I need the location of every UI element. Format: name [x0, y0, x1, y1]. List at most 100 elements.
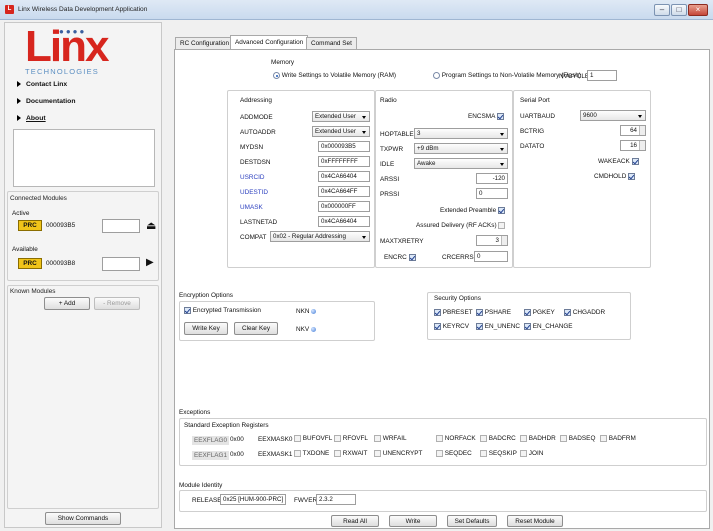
lastnetad-field: 0x4CA66404: [318, 216, 370, 227]
write-key-button[interactable]: Write Key: [184, 322, 228, 335]
fwver-field: 2.3.2: [316, 494, 356, 505]
eexflag0-label: EEXFLAG0: [192, 436, 230, 445]
unencrypt-checkbox[interactable]: UNENCRYPT: [374, 450, 422, 457]
wrfail-checkbox[interactable]: WRFAIL: [374, 435, 407, 442]
eexflag1-label: EEXFLAG1: [192, 451, 230, 460]
tab-command-set[interactable]: Command Set: [306, 37, 357, 49]
minimize-button[interactable]: –: [654, 4, 670, 16]
available-module-badge: PRC: [18, 258, 42, 269]
available-module-input[interactable]: [102, 257, 140, 271]
badfrm-checkbox[interactable]: BADFRM: [600, 435, 636, 442]
en-change-checkbox[interactable]: EN_CHANGE: [524, 323, 573, 330]
eexmask0-label: EEXMASK0: [258, 436, 293, 443]
radio-selected-icon: [273, 72, 280, 79]
addressing-title: Addressing: [240, 97, 272, 104]
usrcid-field[interactable]: 0x4CA66404: [318, 171, 370, 182]
write-button[interactable]: Write: [389, 515, 437, 527]
umask-field[interactable]: 0x000000FF: [318, 201, 370, 212]
eject-icon[interactable]: ⏏: [146, 219, 156, 232]
dropdown-arrow-icon: [500, 163, 504, 166]
maxtxretry-label: MAXTXRETRY: [380, 238, 424, 245]
add-module-button[interactable]: + Add: [44, 297, 90, 310]
join-checkbox[interactable]: JOIN: [520, 450, 543, 457]
seqskip-checkbox[interactable]: SEQSKIP: [480, 450, 517, 457]
checkbox-unchecked-icon: [520, 435, 527, 442]
volatile-memory-option[interactable]: Write Settings to Volatile Memory (RAM): [273, 72, 396, 79]
chgaddr-checkbox[interactable]: CHGADDR: [564, 309, 605, 316]
udestid-field[interactable]: 0x4CA664FF: [318, 186, 370, 197]
en-unenc-checkbox[interactable]: EN_UNENC: [476, 323, 520, 330]
status-led-icon: [310, 326, 316, 332]
read-all-button[interactable]: Read All: [331, 515, 379, 527]
hoptable-select[interactable]: 3: [414, 128, 508, 139]
nav-contact-linx[interactable]: Contact Linx: [17, 81, 67, 88]
spinner-icon[interactable]: [639, 126, 645, 135]
maximize-button[interactable]: □: [671, 4, 687, 16]
pbreset-checkbox[interactable]: PBRESET: [434, 309, 473, 316]
tab-advanced-configuration[interactable]: Advanced Configuration: [230, 35, 309, 50]
radio-group: Radio ENCSMA HOPTABLE 3 TXPWR +9 dBm IDL…: [375, 90, 513, 268]
uartbaud-select[interactable]: 9600: [580, 110, 646, 121]
clear-key-button[interactable]: Clear Key: [234, 322, 278, 335]
assured-delivery-checkbox[interactable]: Assured Delivery (RF ACKs): [416, 222, 506, 229]
checkbox-checked-icon: [476, 323, 483, 330]
connected-modules-title: Connected Modules: [10, 195, 67, 202]
badseq-checkbox[interactable]: BADSEQ: [560, 435, 595, 442]
encryption-title: Encryption Options: [179, 292, 233, 299]
destdsn-field[interactable]: 0xFFFFFFFF: [318, 156, 370, 167]
autoaddr-select[interactable]: Extended User: [312, 126, 370, 137]
encrypted-transmission-checkbox[interactable]: Encrypted Transmission: [184, 307, 261, 314]
tab-rc-configuration[interactable]: RC Configuration: [175, 37, 235, 49]
maxtxretry-stepper[interactable]: 3: [476, 235, 508, 246]
arssi-label: ARSSI: [380, 176, 400, 183]
txdone-checkbox[interactable]: TXDONE: [294, 450, 329, 457]
idle-select[interactable]: Awake: [414, 158, 508, 169]
show-commands-button[interactable]: Show Commands: [45, 512, 121, 525]
wakeack-checkbox[interactable]: WAKEACK: [598, 158, 639, 165]
encsma-checkbox[interactable]: ENCSMA: [468, 113, 504, 120]
checkbox-checked-icon: [497, 207, 505, 214]
checkbox-checked-icon: [524, 309, 531, 316]
encrc-checkbox[interactable]: ENCRC: [384, 254, 416, 261]
pgkey-checkbox[interactable]: PGKEY: [524, 309, 555, 316]
checkbox-unchecked-icon: [334, 450, 341, 457]
badhdr-checkbox[interactable]: BADHDR: [520, 435, 556, 442]
exceptions-title: Exceptions: [179, 409, 211, 416]
nav-about[interactable]: About: [17, 115, 46, 122]
compat-select[interactable]: 0x02 - Regular Addressing: [270, 231, 370, 242]
close-button[interactable]: ×: [688, 4, 708, 16]
checkbox-checked-icon: [476, 309, 483, 316]
chevron-right-icon: [17, 98, 21, 105]
exceptions-group: Standard Exception Registers EEXFLAG0 0x…: [179, 418, 707, 466]
addmode-select[interactable]: Extended User: [312, 111, 370, 122]
udestid-label: UDESTID: [240, 189, 269, 196]
reset-module-button[interactable]: Reset Module: [507, 515, 563, 527]
norfack-checkbox[interactable]: NORFACK: [436, 435, 476, 442]
spinner-icon[interactable]: [639, 141, 645, 150]
seqdec-checkbox[interactable]: SEQDEC: [436, 450, 472, 457]
active-module-input[interactable]: [102, 219, 140, 233]
prssi-field: 0: [476, 188, 508, 199]
pshare-checkbox[interactable]: PSHARE: [476, 309, 511, 316]
extended-preamble-checkbox[interactable]: Extended Preamble: [440, 207, 505, 214]
status-led-icon: [311, 308, 317, 314]
txpwr-select[interactable]: +9 dBm: [414, 143, 508, 154]
crcerrs-field: 0: [474, 251, 508, 262]
about-panel: [13, 129, 155, 187]
spinner-icon[interactable]: [501, 236, 507, 245]
play-icon[interactable]: ▶: [146, 257, 154, 268]
set-defaults-button[interactable]: Set Defaults: [447, 515, 497, 527]
bufovfl-checkbox[interactable]: BUFOVFL: [294, 435, 332, 442]
rfovfl-checkbox[interactable]: RFOVFL: [334, 435, 368, 442]
keyrcv-checkbox[interactable]: KEYRCV: [434, 323, 469, 330]
remove-module-button[interactable]: - Remove: [94, 297, 140, 310]
badcrc-checkbox[interactable]: BADCRC: [480, 435, 516, 442]
rxwait-checkbox[interactable]: RXWAIT: [334, 450, 367, 457]
datato-stepper[interactable]: 16: [620, 140, 646, 151]
nav-documentation[interactable]: Documentation: [17, 98, 75, 105]
release-label: RELEASE: [192, 497, 222, 504]
bctrig-stepper[interactable]: 64: [620, 125, 646, 136]
connected-modules-group: Connected Modules Active PRC 000093B5 ⏏ …: [7, 191, 159, 281]
addmode-label: ADDMODE: [240, 114, 273, 121]
cmdhold-checkbox[interactable]: CMDHOLD: [594, 173, 636, 180]
